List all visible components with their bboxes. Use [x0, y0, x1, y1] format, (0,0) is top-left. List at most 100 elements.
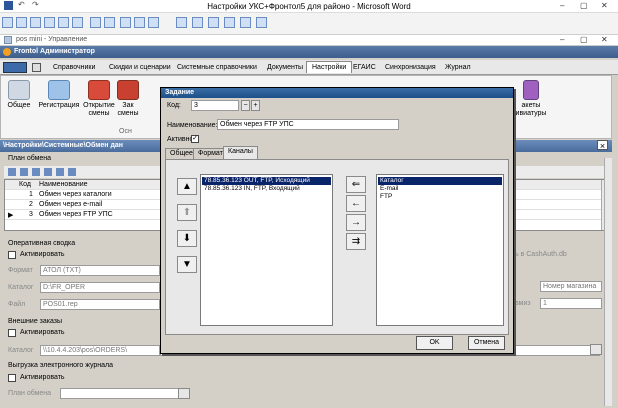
remove-all-button[interactable]: ⇉: [346, 233, 366, 250]
add-icon[interactable]: [8, 168, 16, 176]
list-item[interactable]: E-mail: [378, 185, 502, 193]
close-button[interactable]: ✕: [601, 1, 608, 10]
nomer-magazina-select[interactable]: Номер магазина: [540, 281, 602, 292]
ejournal-activate-checkbox[interactable]: [8, 374, 16, 382]
copy-icon[interactable]: [32, 168, 40, 176]
col-name-header[interactable]: Наименование: [39, 181, 88, 188]
tab-channels[interactable]: Каналы: [223, 146, 258, 159]
ext-browse-button[interactable]: [590, 344, 602, 355]
ext-section-title: Внешние заказы: [8, 318, 63, 325]
oper-mag-label: вмиз: [515, 300, 531, 307]
cancel-button[interactable]: Отмена: [468, 336, 505, 350]
ejournal-section-title: Выгрузка электронного журнала: [8, 362, 114, 369]
delete-icon[interactable]: [44, 168, 52, 176]
menu-item-settings[interactable]: Настройки: [306, 61, 353, 73]
ext-activate-checkbox[interactable]: [8, 329, 16, 337]
maximize-button[interactable]: ▢: [580, 1, 588, 10]
ribbon-keyboard-button[interactable]: акеты ивиатуры: [513, 80, 549, 118]
move-down-button[interactable]: ⬇: [177, 230, 197, 247]
dialog-active-checkbox[interactable]: ✓: [191, 135, 199, 143]
menu-item-journal[interactable]: Журнал: [440, 62, 476, 74]
code-increment-button[interactable]: +: [251, 100, 260, 111]
toolbar-icon[interactable]: [44, 17, 55, 28]
toolbar-icon[interactable]: [72, 17, 83, 28]
gear-icon: [8, 80, 30, 100]
filter-icon[interactable]: [68, 168, 76, 176]
toolbar-icon[interactable]: [120, 17, 131, 28]
ok-button[interactable]: OK: [416, 336, 453, 350]
oper-mag-field[interactable]: 1: [540, 298, 602, 309]
remove-one-button[interactable]: →: [346, 214, 366, 231]
list-item[interactable]: 78.85.36.123 OUT, FTP, Исходящий: [202, 177, 331, 185]
posmini-maximize-button[interactable]: ▢: [580, 35, 588, 44]
menu-item-skidki[interactable]: Скидки и сценарии: [104, 62, 176, 74]
ejournal-plan-label: План обмена: [8, 390, 52, 397]
toolbar-icon[interactable]: [240, 17, 251, 28]
close-icon[interactable]: ×: [597, 140, 608, 151]
assigned-channels-list: 78.85.36.123 OUT, FTP, Исходящий 78.85.3…: [200, 174, 333, 326]
toolbar-icon[interactable]: [90, 17, 101, 28]
row-code: 2: [29, 201, 33, 208]
move-bottom-button[interactable]: ▼: [177, 256, 197, 273]
dialog-code-field[interactable]: 3: [191, 100, 239, 111]
oper-catalog-field[interactable]: D:\FR_OPER: [40, 282, 160, 293]
ribbon-shift-close-button[interactable]: Зак смены: [117, 80, 139, 118]
task-dialog: Задание Код: 3 − + Наименование: Обмен ч…: [160, 87, 514, 354]
toolbar-icon[interactable]: [30, 17, 41, 28]
edit-icon[interactable]: [20, 168, 28, 176]
oper-file-field[interactable]: POS01.rep: [40, 299, 160, 310]
oper-activate-checkbox[interactable]: [8, 251, 16, 259]
oper-cashauth-text: ь в CashAuth.db: [515, 251, 567, 258]
toolbar-icon[interactable]: [134, 17, 145, 28]
keyboard-icon: [523, 80, 539, 100]
col-code-header[interactable]: Код: [19, 181, 31, 188]
toolbar-icon[interactable]: [16, 17, 27, 28]
move-up-button[interactable]: ⬆: [177, 204, 197, 221]
ext-catalog-field[interactable]: \\10.4.4.203\pos\ORDERS\: [40, 345, 160, 356]
toolbar-icon[interactable]: [224, 17, 235, 28]
word-title: Настройки УКС+Фронтол5 для районо - Micr…: [207, 2, 411, 11]
ribbon-shift-open-button[interactable]: Открытие смены: [83, 80, 115, 118]
main-scrollbar[interactable]: [604, 158, 612, 406]
list-item[interactable]: FTP: [378, 193, 502, 201]
ribbon-registration-button[interactable]: Регистрация: [37, 80, 81, 110]
registration-icon: [48, 80, 70, 100]
app-menu-button[interactable]: [3, 62, 27, 73]
oper-format-field[interactable]: АТОЛ (TXT): [40, 265, 160, 276]
ejournal-dropdown-button[interactable]: [178, 388, 190, 399]
list-item[interactable]: 78.85.36.123 IN, FTP, Входящий: [202, 185, 331, 193]
add-one-button[interactable]: ←: [346, 195, 366, 212]
minimize-button[interactable]: –: [560, 1, 564, 10]
toolbar-icon[interactable]: [208, 17, 219, 28]
menu-item-documents[interactable]: Документы: [262, 62, 308, 74]
toolbar-icon[interactable]: [256, 17, 267, 28]
code-decrement-button[interactable]: −: [241, 100, 250, 111]
dialog-name-field[interactable]: Обмен через FTP УПС: [217, 119, 399, 130]
save-icon[interactable]: [32, 63, 41, 72]
move-top-button[interactable]: ▲: [177, 178, 197, 195]
ejournal-plan-field[interactable]: [60, 388, 190, 399]
ribbon-general-button[interactable]: Общее: [5, 80, 33, 110]
toolbar-icon[interactable]: [192, 17, 203, 28]
add-channel-button[interactable]: ⇐: [346, 176, 366, 193]
menu-item-sync[interactable]: Синхронизация: [380, 62, 441, 74]
posmini-close-button[interactable]: ✕: [601, 35, 608, 44]
toolbar-icon[interactable]: [58, 17, 69, 28]
menu-item-egais[interactable]: ЕГАИС: [348, 62, 381, 74]
ejournal-activate-label: Активировать: [20, 374, 65, 381]
menu-item-system-directories[interactable]: Системные справочники: [172, 62, 262, 74]
row-pointer-icon: ▶: [8, 212, 14, 219]
toolbar-icon[interactable]: [2, 17, 13, 28]
shift-close-icon: [117, 80, 139, 100]
toolbar-icon[interactable]: [104, 17, 115, 28]
ribbon-shift-open-label: Открытие смены: [83, 102, 115, 117]
posmini-minimize-button[interactable]: –: [560, 35, 564, 44]
toolbar-icon[interactable]: [176, 17, 187, 28]
list-item[interactable]: Каталог: [378, 177, 502, 185]
refresh-icon[interactable]: [56, 168, 64, 176]
admin-title-bar: Frontol Администратор: [0, 46, 618, 58]
row-name: Обмен через e-mail: [39, 201, 103, 208]
menu-item-spravochniki[interactable]: Справочники: [48, 62, 100, 74]
toolbar-icon[interactable]: [148, 17, 159, 28]
ribbon-registration-label: Регистрация: [38, 102, 80, 109]
